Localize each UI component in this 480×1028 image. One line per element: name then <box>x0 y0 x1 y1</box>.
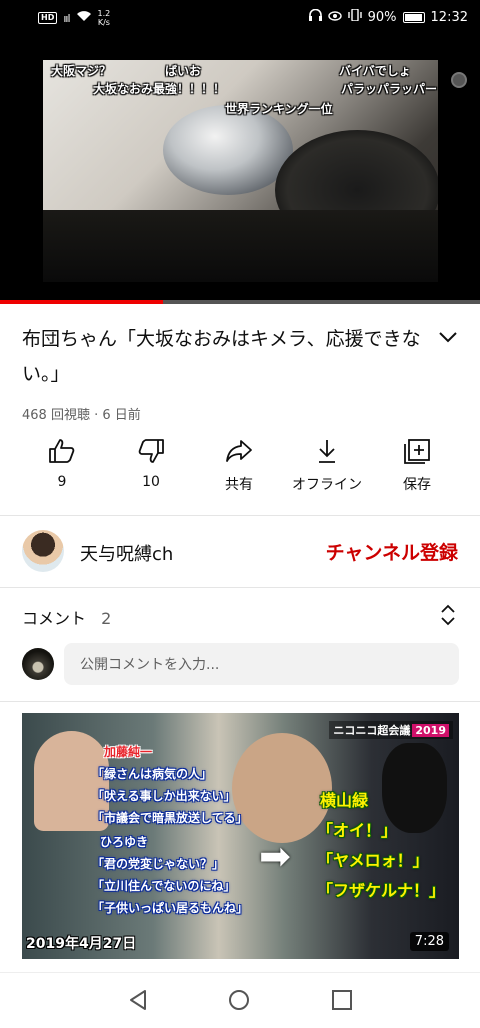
thumb-caption: 「君の党変じゃない？」 <box>92 857 225 871</box>
share-icon <box>226 440 252 462</box>
battery-percent: 90% <box>367 9 397 25</box>
event-year: 2019 <box>412 724 449 737</box>
comments-count: 2 <box>101 609 112 628</box>
clock: 12:32 <box>430 9 468 25</box>
comments-title: コメント <box>22 609 87 628</box>
divider <box>0 515 480 516</box>
like-count: 9 <box>57 474 67 490</box>
video-scene-pot <box>163 105 293 195</box>
battery-icon <box>402 11 425 23</box>
video-scene-counter <box>43 210 438 282</box>
thumbs-down-icon <box>138 439 164 463</box>
home-button[interactable] <box>228 989 250 1015</box>
wifi-icon <box>76 10 92 26</box>
dislike-button[interactable]: 10 <box>106 438 196 490</box>
arrow-right-icon: ➡ <box>259 834 291 878</box>
channel-name[interactable]: 天与呪縛ch <box>80 540 173 566</box>
hd-indicator: HD <box>38 12 58 24</box>
headphones-icon <box>308 8 322 25</box>
danmaku-comment: 大阪マジ？ <box>51 64 112 78</box>
signal-icon: ııl <box>63 11 70 25</box>
comment-input[interactable]: 公開コメントを入力... <box>64 643 459 685</box>
download-icon <box>319 440 335 463</box>
subscribe-button[interactable]: チャンネル登録 <box>326 538 458 565</box>
download-label: オフライン <box>292 477 362 493</box>
thumbs-up-icon <box>49 439 75 463</box>
thumb-caption: 「ヤメロォ！」 <box>317 851 429 870</box>
back-button[interactable] <box>127 989 149 1015</box>
save-icon <box>404 439 430 464</box>
net-speed: 1.2 K/s <box>98 9 111 27</box>
next-video-thumbnail[interactable]: ニコニコ超会議 2019 加藤純一 「緑さんは病気の人」 「吠える事しか出来ない」… <box>22 713 459 959</box>
recents-square-icon <box>332 990 352 1010</box>
player-overlay-button[interactable] <box>451 72 467 88</box>
share-label: 共有 <box>225 477 253 493</box>
thumb-caption: 「子供いっぱい居るもんね」 <box>92 901 249 915</box>
chevron-down-icon <box>439 332 457 343</box>
video-duration-badge: 7:28 <box>409 932 449 951</box>
danmaku-comment: ばいお <box>165 64 202 78</box>
net-speed-unit: K/s <box>97 18 110 27</box>
system-nav-bar <box>0 972 480 1028</box>
net-speed-value: 1.2 <box>97 9 111 18</box>
video-meta: 468 回視聴 · 6 日前 <box>22 408 141 423</box>
thumb-caption: 加藤純一 <box>104 745 153 759</box>
expand-description-button[interactable] <box>438 330 458 346</box>
dislike-count: 10 <box>142 474 160 490</box>
status-bar: HD ııl 1.2 K/s 90% 12:32 <box>0 0 480 36</box>
action-bar: 9 10 共有 オフライン 保存 <box>0 438 480 502</box>
vibrate-icon <box>347 8 362 25</box>
save-button[interactable]: 保存 <box>372 438 462 494</box>
thumb-caption: 「緑さんは病気の人」 <box>92 767 213 781</box>
comments-expand-button[interactable] <box>440 604 456 626</box>
eye-icon <box>327 10 342 25</box>
thumb-caption: 「立川住んでないのにね」 <box>92 879 236 893</box>
user-avatar <box>22 648 54 680</box>
thumb-date-overlay: 2019年4月27日 <box>26 936 137 952</box>
thumb-caption: 横山緑 <box>320 791 369 810</box>
danmaku-comment: 大坂なおみ最強！！！！ <box>93 82 226 96</box>
save-label: 保存 <box>403 477 431 493</box>
back-triangle-icon <box>130 990 146 1010</box>
event-logo: ニコニコ超会議 2019 <box>329 721 453 739</box>
channel-avatar[interactable] <box>22 530 64 572</box>
thumb-caption: 「市議会で暗黒放送してる」 <box>92 811 248 825</box>
thumb-caption: 「吠える事しか出来ない」 <box>92 789 236 803</box>
recents-button[interactable] <box>331 989 353 1015</box>
progress-bar[interactable] <box>0 300 480 304</box>
home-circle-icon <box>229 990 249 1010</box>
danmaku-comment: バイバでしょ <box>339 64 411 78</box>
video-title-block[interactable]: 布団ちゃん「大坂なおみはキメラ、応援できない。」 <box>22 322 442 392</box>
unfold-icon <box>441 604 455 626</box>
event-name: ニコニコ超会議 <box>333 724 411 737</box>
video-player[interactable]: 大阪マジ？ ばいお バイバでしょ 大坂なおみ最強！！！！ パラッパラッパー 世界… <box>0 36 480 304</box>
thumb-caption: 「オイ！」 <box>317 821 398 840</box>
danmaku-comment: パラッパラッパー <box>341 82 438 96</box>
thumb-caption: 「フザケルナ！」 <box>317 881 446 900</box>
video-title: 布団ちゃん「大坂なおみはキメラ、応援できない。」 <box>22 328 421 385</box>
danmaku-comment: 世界ランキング一位 <box>225 102 333 116</box>
like-button[interactable]: 9 <box>17 438 107 490</box>
comments-header[interactable]: コメント 2 <box>22 605 111 629</box>
download-button[interactable]: オフライン <box>282 438 372 494</box>
divider <box>0 701 480 702</box>
share-button[interactable]: 共有 <box>194 438 284 494</box>
progress-fill <box>0 300 164 304</box>
video-frame[interactable]: 大阪マジ？ ばいお バイバでしょ 大坂なおみ最強！！！！ パラッパラッパー 世界… <box>43 60 438 282</box>
divider <box>0 587 480 588</box>
thumb-caption: ひろゆき <box>100 835 149 849</box>
